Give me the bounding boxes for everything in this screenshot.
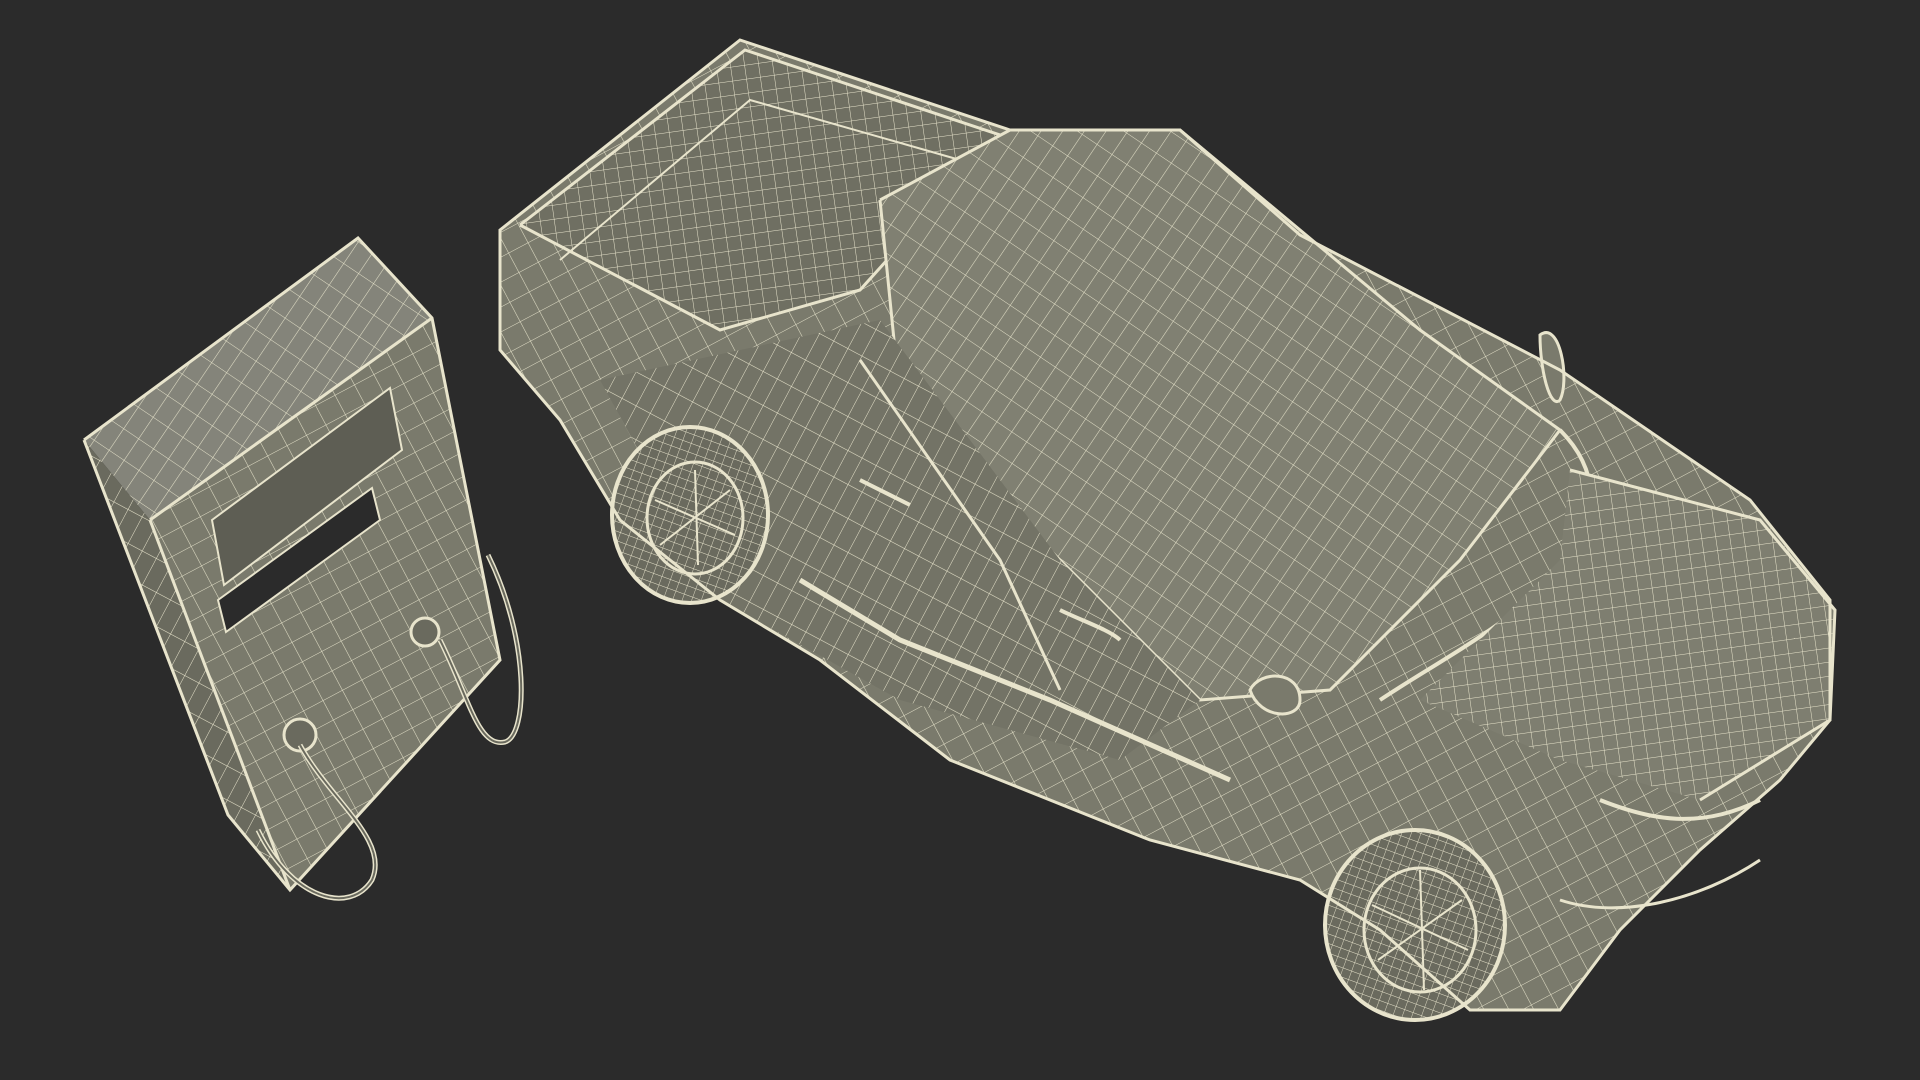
ev-charging-station xyxy=(82,235,524,901)
charger-connector-right xyxy=(409,616,441,648)
wireframe-render xyxy=(82,38,1837,1022)
front-wheel xyxy=(1323,828,1507,1022)
render-viewport xyxy=(0,0,1920,1080)
pickup-truck xyxy=(498,38,1837,1022)
